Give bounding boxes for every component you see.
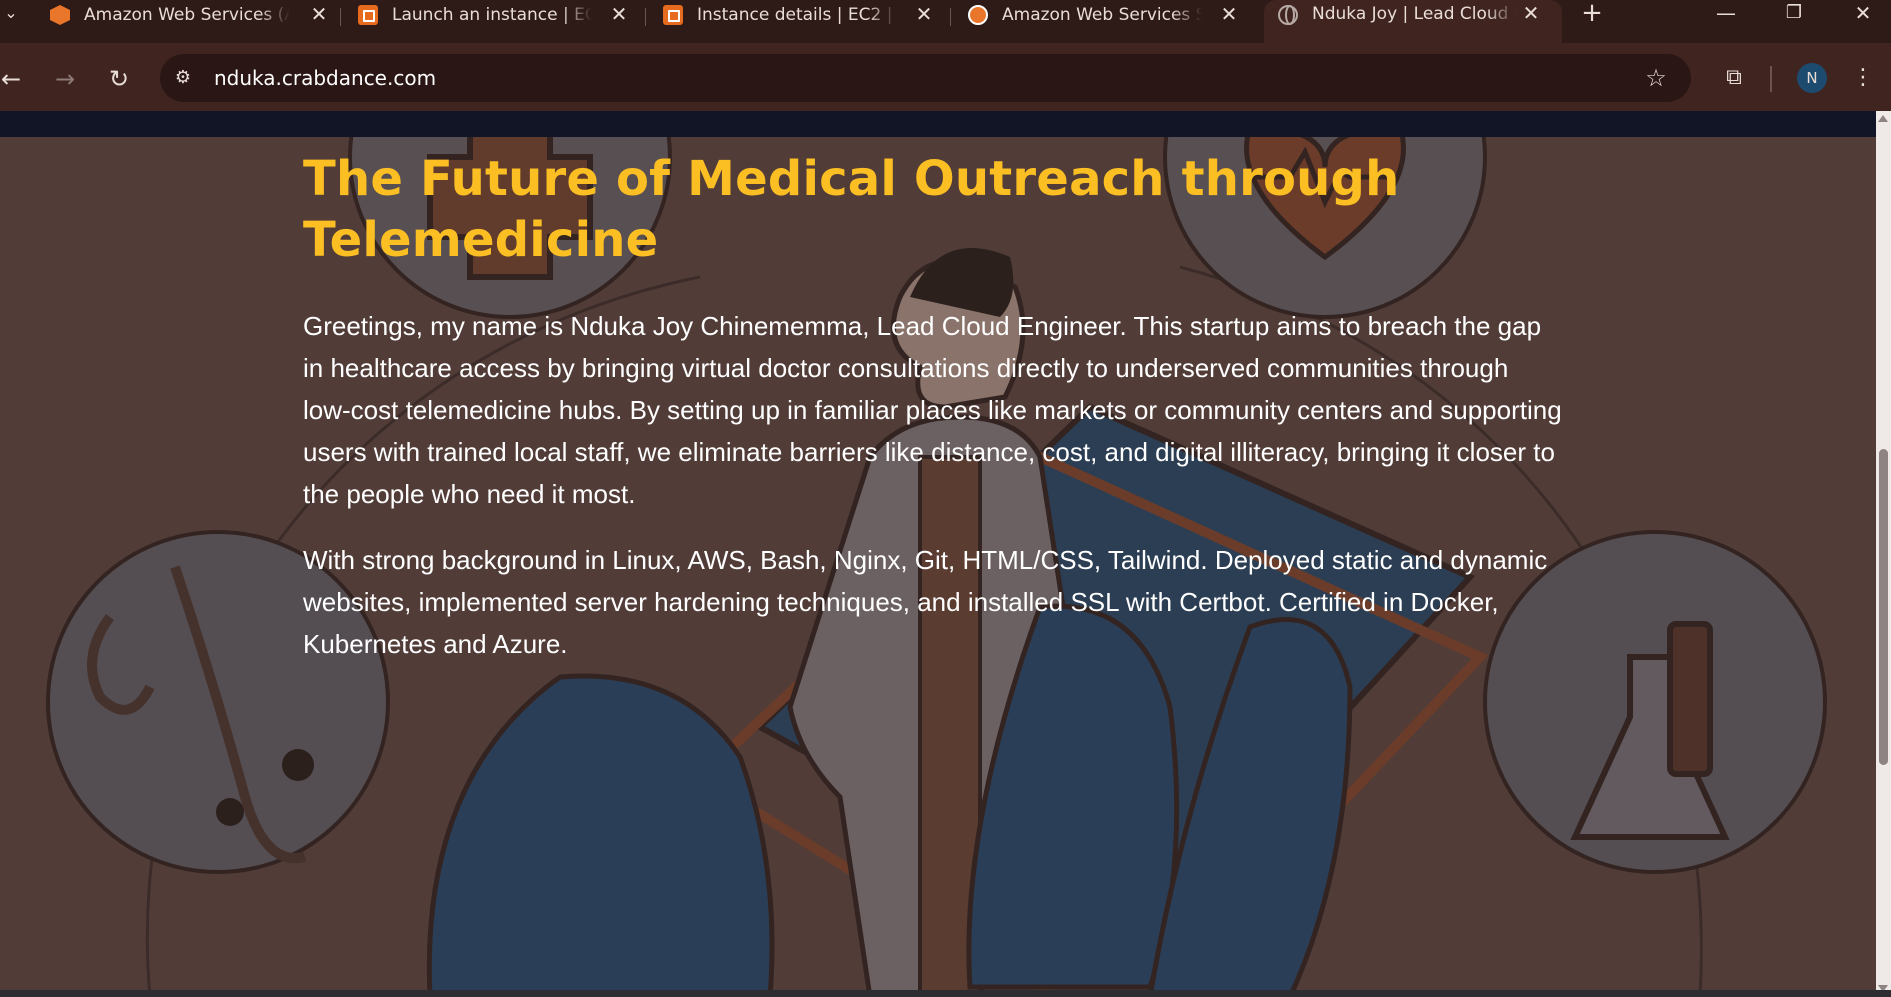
close-tab-icon[interactable]: ✕ — [608, 3, 630, 25]
tab-title: Instance details | EC2 | us-east-1 — [697, 5, 897, 25]
tab-title: Amazon Web Services (AWS) — [84, 5, 290, 25]
tab-strip: ⌄ Amazon Web Services (AWS) ✕ Launch an … — [0, 0, 1891, 43]
globe-icon — [1278, 5, 1298, 25]
window-bottom-edge — [0, 990, 1891, 997]
tab-divider — [645, 8, 646, 26]
close-tab-icon[interactable]: ✕ — [913, 3, 935, 25]
ec2-icon — [358, 5, 378, 25]
restore-icon[interactable]: ❐ — [1766, 0, 1822, 26]
tab-divider — [950, 8, 951, 26]
skills-paragraph: With strong background in Linux, AWS, Ba… — [303, 545, 1548, 659]
ec2-icon — [663, 5, 683, 25]
bookmark-star-icon[interactable]: ☆ — [1640, 62, 1672, 94]
toolbar-divider — [1770, 66, 1772, 92]
close-tab-icon[interactable]: ✕ — [1218, 3, 1240, 25]
aws-icon — [50, 5, 70, 25]
tab-aws-sign-in[interactable]: Amazon Web Services Sign-In ✕ — [968, 0, 1240, 30]
window-close-icon[interactable]: ✕ — [1835, 0, 1891, 26]
scroll-thumb[interactable] — [1879, 449, 1888, 765]
back-arrow-icon[interactable]: ← — [0, 62, 28, 96]
new-tab-plus-icon[interactable]: + — [1564, 0, 1620, 26]
page-scrollbar[interactable] — [1876, 111, 1891, 997]
site-settings-icon[interactable]: ⚙ — [171, 66, 195, 90]
avatar[interactable]: N — [1797, 63, 1827, 93]
close-tab-icon[interactable]: ✕ — [1520, 2, 1542, 24]
tab-aws-console[interactable]: Amazon Web Services (AWS) ✕ — [50, 0, 330, 30]
kebab-menu-icon[interactable]: ⋮ — [1850, 62, 1876, 94]
hero-content: The Future of Medical Outreach through T… — [303, 149, 1563, 665]
page-title: The Future of Medical Outreach through T… — [303, 151, 1400, 268]
forward-arrow-icon[interactable]: → — [48, 62, 82, 96]
url-text[interactable]: nduka.crabdance.com — [214, 64, 436, 92]
tab-title: Launch an instance | EC2 | us-east-1 — [392, 5, 592, 25]
minimize-icon[interactable]: — — [1698, 0, 1754, 26]
tab-nduka-joy[interactable]: Nduka Joy | Lead Cloud Engineer ✕ — [1264, 0, 1562, 43]
reload-icon[interactable]: ↻ — [102, 62, 136, 96]
tab-title: Amazon Web Services Sign-In — [1002, 5, 1202, 25]
tab-divider — [340, 8, 341, 26]
tab-instance-details[interactable]: Instance details | EC2 | us-east-1 ✕ — [663, 0, 935, 30]
tab-launch-instance[interactable]: Launch an instance | EC2 | us-east-1 ✕ — [358, 0, 630, 30]
scroll-up-arrow-icon[interactable] — [1878, 115, 1888, 122]
tab-search-chevron-icon[interactable]: ⌄ — [0, 0, 22, 26]
extensions-icon[interactable]: ⧉ — [1718, 62, 1750, 94]
close-tab-icon[interactable]: ✕ — [308, 3, 330, 25]
tab-title: Nduka Joy | Lead Cloud Engineer — [1312, 4, 1517, 24]
intro-paragraph: Greetings, my name is Nduka Joy Chinemem… — [303, 311, 1562, 509]
aws-signin-icon — [968, 5, 988, 25]
site-navbar — [0, 111, 1876, 137]
